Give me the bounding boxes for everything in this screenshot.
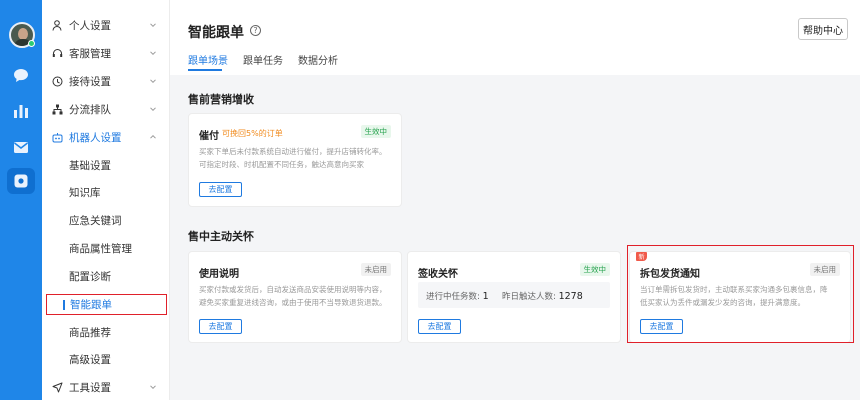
submenu-item-product-attributes[interactable]: 商品属性管理 xyxy=(42,236,170,260)
settings-menu: 个人设置 客服管理 接待设置 分流排队 机器人设置 基础设置 知识库 应急关键词… xyxy=(42,0,170,400)
online-status-dot xyxy=(28,40,35,47)
headset-icon xyxy=(51,47,63,59)
mail-icon[interactable] xyxy=(12,138,30,156)
menu-item-label: 个人设置 xyxy=(69,19,111,32)
card-title: 使用说明 xyxy=(199,269,239,280)
chevron-down-icon xyxy=(150,51,156,56)
reception-icon xyxy=(51,75,63,87)
configure-button[interactable]: 去配置 xyxy=(418,319,461,334)
menu-item-queue-routing[interactable]: 分流排队 xyxy=(42,97,170,121)
card-payment-reminder: 催付 可挽回5%的订单 生效中 买家下单后未付款系统自动进行催付，提升店铺转化率… xyxy=(188,113,402,207)
menu-item-label: 智能跟单 xyxy=(70,299,112,311)
menu-item-label: 商品推荐 xyxy=(69,326,111,339)
routing-icon xyxy=(51,103,63,115)
menu-item-service-management[interactable]: 客服管理 xyxy=(42,41,170,65)
chevron-down-icon xyxy=(150,79,156,84)
running-tasks-stat: 进行中任务数: 1 xyxy=(426,291,489,302)
card-usage-instructions: 使用说明 未启用 买家付款或发货后，自动发送商品安装使用说明等内容， 避免买家重… xyxy=(188,251,402,343)
submenu-item-knowledge-base[interactable]: 知识库 xyxy=(42,180,170,204)
submenu-item-emergency-keywords[interactable]: 应急关键词 xyxy=(42,208,170,232)
menu-item-label: 客服管理 xyxy=(69,47,111,60)
tab-data-analysis[interactable]: 数据分析 xyxy=(298,52,338,67)
tab-follow-tasks[interactable]: 跟单任务 xyxy=(243,52,283,67)
menu-item-tool-settings[interactable]: 工具设置 xyxy=(42,375,170,399)
tab-follow-scenarios[interactable]: 跟单场景 xyxy=(188,52,228,67)
chevron-up-icon xyxy=(150,134,156,139)
active-tab-underline xyxy=(188,69,222,71)
active-indicator xyxy=(63,300,65,310)
section-title-in-sale: 售中主动关怀 xyxy=(188,230,254,243)
submenu-item-basic-settings[interactable]: 基础设置 xyxy=(42,153,170,177)
menu-item-label: 机器人设置 xyxy=(69,131,122,144)
submenu-item-product-recommend[interactable]: 商品推荐 xyxy=(42,320,170,344)
configure-button[interactable]: 去配置 xyxy=(199,182,242,197)
menu-item-reception-settings[interactable]: 接待设置 xyxy=(42,69,170,93)
section-title-presale: 售前营销增收 xyxy=(188,93,254,106)
card-description: 买家下单后未付款系统自动进行催付，提升店铺转化率。 可指定时段、时机配置不同任务… xyxy=(199,147,387,169)
main-content: 智能跟单 ? 帮助中心 跟单场景 跟单任务 数据分析 售前营销增收 催付 可挽回… xyxy=(170,0,860,400)
page-title: 智能跟单 xyxy=(188,25,244,41)
menu-item-label: 配置诊断 xyxy=(69,270,111,283)
menu-item-robot-settings[interactable]: 机器人设置 xyxy=(42,125,170,149)
status-badge: 生效中 xyxy=(360,125,391,138)
status-badge: 生效中 xyxy=(579,263,610,276)
chart-icon[interactable] xyxy=(12,102,30,120)
submenu-item-smart-follow-up[interactable]: 智能跟单 xyxy=(46,294,167,315)
chevron-down-icon xyxy=(150,107,156,112)
card-subtitle: 可挽回5%的订单 xyxy=(222,129,283,138)
page-header: 智能跟单 ? 帮助中心 跟单场景 跟单任务 数据分析 xyxy=(170,0,860,75)
menu-item-label: 分流排队 xyxy=(69,103,111,116)
status-badge: 未启用 xyxy=(360,263,391,276)
person-icon xyxy=(51,19,63,31)
menu-item-label: 基础设置 xyxy=(69,159,111,172)
highlight-box xyxy=(627,245,854,343)
robot-icon xyxy=(51,131,63,143)
card-delivery-care: 签收关怀 生效中 进行中任务数: 1 昨日触达人数: 1278 去配置 xyxy=(407,251,621,343)
chevron-down-icon xyxy=(150,23,156,28)
menu-item-label: 知识库 xyxy=(69,186,101,199)
card-title: 签收关怀 xyxy=(418,269,458,280)
question-icon[interactable]: ? xyxy=(250,25,261,36)
menu-item-label: 工具设置 xyxy=(69,381,111,394)
send-icon xyxy=(51,381,63,393)
menu-item-label: 应急关键词 xyxy=(69,214,122,227)
card-title: 催付 xyxy=(199,131,219,142)
menu-item-label: 接待设置 xyxy=(69,75,111,88)
task-stats: 进行中任务数: 1 昨日触达人数: 1278 xyxy=(418,282,610,308)
submenu-item-config-diagnosis[interactable]: 配置诊断 xyxy=(42,264,170,288)
menu-item-label: 高级设置 xyxy=(69,353,111,366)
submenu-item-advanced-settings[interactable]: 高级设置 xyxy=(42,347,170,371)
yesterday-reach-stat: 昨日触达人数: 1278 xyxy=(502,291,583,302)
chevron-down-icon xyxy=(150,385,156,390)
card-description: 买家付款或发货后，自动发送商品安装使用说明等内容， 避免买家重复进线咨询，或由于… xyxy=(199,285,387,307)
help-center-button[interactable]: 帮助中心 xyxy=(798,18,848,40)
chat-icon[interactable] xyxy=(12,66,30,84)
menu-item-personal-settings[interactable]: 个人设置 xyxy=(42,13,170,37)
settings-icon[interactable] xyxy=(12,172,30,190)
icon-rail xyxy=(0,0,42,400)
configure-button[interactable]: 去配置 xyxy=(199,319,242,334)
menu-item-label: 商品属性管理 xyxy=(69,242,132,255)
